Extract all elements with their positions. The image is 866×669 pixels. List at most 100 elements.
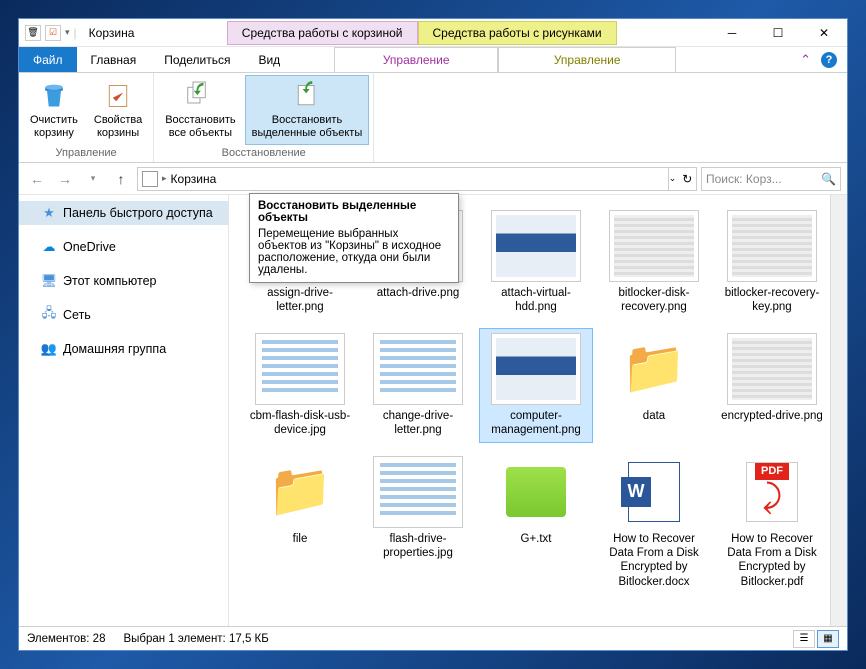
file-item[interactable]: flash-drive-properties.jpg — [361, 451, 475, 595]
restore-selected-button[interactable]: Восстановить выделенные объекты — [245, 75, 370, 145]
onedrive-icon: ☁ — [41, 239, 57, 255]
close-button[interactable]: ✕ — [801, 19, 847, 47]
nav-up-button[interactable]: ↑ — [109, 167, 133, 191]
context-tab-picture-tools[interactable]: Средства работы с рисунками — [418, 21, 617, 45]
network-icon: 🖧 — [41, 307, 57, 323]
maximize-button[interactable]: ☐ — [755, 19, 801, 47]
tooltip-title: Восстановить выделенные объекты — [258, 200, 450, 224]
breadcrumb-location[interactable]: Корзина — [171, 172, 217, 186]
ribbon-group-restore: Восстановление — [158, 145, 369, 161]
star-icon: ★ — [41, 205, 57, 221]
status-selection: Выбран 1 элемент: 17,5 КБ — [123, 633, 268, 645]
tab-home[interactable]: Главная — [77, 47, 151, 72]
file-name: encrypted-drive.png — [721, 409, 823, 423]
explorer-window: 🗑 ☑ ▾ | Корзина Средства работы с корзин… — [18, 18, 848, 651]
file-name: How to Recover Data From a Disk Encrypte… — [720, 532, 824, 590]
image-thumbnail — [491, 210, 581, 282]
navigation-pane: ★ Панель быстрого доступа ☁ OneDrive 🖥 Э… — [19, 195, 229, 626]
image-thumbnail — [491, 333, 581, 405]
file-item[interactable]: 📁 data — [597, 328, 711, 443]
bin-properties-button[interactable]: Свойства корзины — [87, 75, 149, 145]
view-thumbnails-button[interactable]: ▦ — [817, 630, 839, 648]
file-item[interactable]: G+.txt — [479, 451, 593, 595]
view-details-button[interactable]: ☰ — [793, 630, 815, 648]
search-input[interactable]: Поиск: Корз... 🔍 — [701, 167, 841, 191]
restore-all-button[interactable]: Восстановить все объекты — [158, 75, 242, 145]
file-item[interactable]: PDF⤸How to Recover Data From a Disk Encr… — [715, 451, 829, 595]
help-icon[interactable]: ? — [821, 52, 837, 68]
restore-selected-icon — [291, 80, 323, 112]
file-item[interactable]: bitlocker-recovery-key.png — [715, 205, 829, 320]
file-item[interactable]: bitlocker-disk-recovery.png — [597, 205, 711, 320]
file-name: change-drive-letter.png — [366, 409, 470, 438]
file-item[interactable]: change-drive-letter.png — [361, 328, 475, 443]
tab-share[interactable]: Поделиться — [150, 47, 244, 72]
tooltip: Восстановить выделенные объекты Перемеще… — [249, 193, 459, 283]
file-item[interactable]: attach-virtual-hdd.png — [479, 205, 593, 320]
tab-manage-pictures[interactable]: Управление — [498, 47, 676, 72]
ribbon-collapse-icon[interactable]: ⌃ — [800, 52, 811, 68]
chevron-down-icon[interactable]: ▾ — [65, 27, 70, 38]
tab-view[interactable]: Вид — [244, 47, 294, 72]
sidebar-item-onedrive[interactable]: ☁ OneDrive — [19, 235, 228, 259]
file-name: flash-drive-properties.jpg — [366, 532, 470, 561]
image-thumbnail — [373, 333, 463, 405]
file-item[interactable]: WHow to Recover Data From a Disk Encrypt… — [597, 451, 711, 595]
nav-recent-dropdown[interactable]: ▾ — [81, 167, 105, 191]
file-item[interactable]: encrypted-drive.png — [715, 328, 829, 443]
file-name: bitlocker-recovery-key.png — [720, 286, 824, 315]
address-bar: ← → ▾ ↑ ▸ Корзина ⌄↻ Поиск: Корз... 🔍 — [19, 163, 847, 195]
file-name: computer-management.png — [484, 409, 588, 438]
chevron-down-icon[interactable]: ⌄ — [669, 173, 677, 184]
file-item[interactable]: 📁 file — [243, 451, 357, 595]
sidebar-item-homegroup[interactable]: 👥 Домашняя группа — [19, 337, 228, 361]
file-name: bitlocker-disk-recovery.png — [602, 286, 706, 315]
file-name: file — [293, 532, 308, 546]
homegroup-icon: 👥 — [41, 341, 57, 357]
image-thumbnail — [255, 333, 345, 405]
minimize-button[interactable]: ─ — [709, 19, 755, 47]
properties-icon — [102, 80, 134, 112]
file-name: G+.txt — [521, 532, 552, 546]
status-item-count: Элементов: 28 — [27, 633, 105, 645]
tooltip-body: Перемещение выбранных объектов из "Корзи… — [258, 228, 450, 276]
sidebar-item-network[interactable]: 🖧 Сеть — [19, 303, 228, 327]
image-thumbnail — [373, 456, 463, 528]
status-bar: Элементов: 28 Выбран 1 элемент: 17,5 КБ … — [19, 626, 847, 650]
sidebar-item-this-pc[interactable]: 🖥 Этот компьютер — [19, 269, 228, 293]
sidebar-item-quick-access[interactable]: ★ Панель быстрого доступа — [19, 201, 228, 225]
context-tab-bin-tools[interactable]: Средства работы с корзиной — [227, 21, 418, 45]
nav-back-button[interactable]: ← — [25, 167, 49, 191]
recycle-bin-icon — [38, 80, 70, 112]
file-name: assign-drive-letter.png — [248, 286, 352, 315]
refresh-icon[interactable]: ↻ — [682, 172, 692, 186]
search-icon: 🔍 — [821, 172, 836, 186]
nav-forward-button[interactable]: → — [53, 167, 77, 191]
quick-access-toolbar: 🗑 ☑ ▾ | — [25, 25, 77, 41]
image-thumbnail — [609, 210, 699, 282]
file-item[interactable]: computer-management.png — [479, 328, 593, 443]
file-name: How to Recover Data From a Disk Encrypte… — [602, 532, 706, 590]
folder-icon: 📁 — [609, 333, 699, 405]
ribbon-tabs: Файл Главная Поделиться Вид Управление У… — [19, 47, 847, 73]
scrollbar[interactable] — [830, 195, 847, 626]
recycle-bin-icon[interactable]: 🗑 — [25, 25, 41, 41]
file-name: data — [643, 409, 665, 423]
pdf-document-icon: PDF⤸ — [727, 456, 817, 528]
breadcrumb[interactable]: ▸ Корзина ⌄↻ — [137, 167, 697, 191]
notepad-icon — [491, 456, 581, 528]
ribbon-group-manage: Управление — [23, 145, 149, 161]
restore-all-icon — [184, 80, 216, 112]
tab-manage-bin[interactable]: Управление — [334, 47, 498, 72]
tab-file[interactable]: Файл — [19, 47, 77, 72]
word-document-icon: W — [609, 456, 699, 528]
computer-icon: 🖥 — [41, 273, 57, 289]
image-thumbnail — [727, 333, 817, 405]
file-item[interactable]: cbm-flash-disk-usb-device.jpg — [243, 328, 357, 443]
file-name: attach-drive.png — [377, 286, 459, 300]
ribbon-body: Очистить корзину Свойства корзины Управл… — [19, 73, 847, 163]
empty-bin-button[interactable]: Очистить корзину — [23, 75, 85, 145]
titlebar: 🗑 ☑ ▾ | Корзина Средства работы с корзин… — [19, 19, 847, 47]
properties-icon[interactable]: ☑ — [45, 25, 61, 41]
folder-icon: 📁 — [255, 456, 345, 528]
